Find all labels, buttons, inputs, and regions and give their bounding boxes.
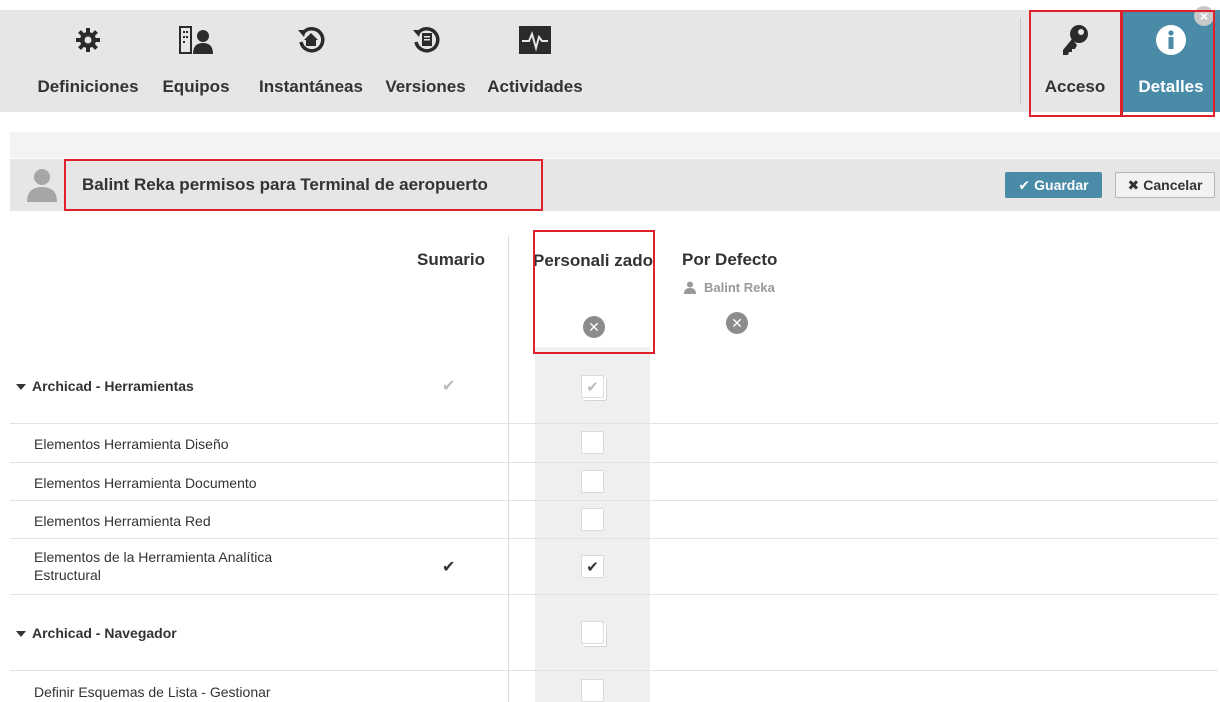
clear-por-defecto-icon[interactable]: ✕ bbox=[726, 312, 748, 334]
toolbar-versiones[interactable]: Versiones bbox=[381, 10, 470, 112]
custom-checkbox[interactable]: ✔ bbox=[581, 375, 604, 398]
cancel-button[interactable]: ✖ Cancelar bbox=[1115, 172, 1215, 198]
table-row: Definir Esquemas de Lista - Gestionar bbox=[10, 671, 1218, 702]
custom-checkbox[interactable] bbox=[581, 621, 604, 644]
caret-down-icon[interactable] bbox=[16, 384, 26, 391]
cancel-label: Cancelar bbox=[1143, 177, 1203, 193]
user-avatar-icon bbox=[26, 167, 58, 203]
default-user: Balint Reka bbox=[684, 280, 775, 295]
clear-personalizado-icon[interactable]: ✕ bbox=[583, 316, 605, 338]
main-toolbar: Definiciones Equipos Instantáneas Versio… bbox=[0, 6, 1220, 112]
activity-icon bbox=[517, 22, 553, 58]
toolbar-label: Instantáneas bbox=[259, 77, 363, 96]
toolbar-label: Acceso bbox=[1044, 77, 1106, 96]
toolbar-divider bbox=[1020, 18, 1021, 104]
column-header-sumario: Sumario bbox=[416, 250, 486, 269]
row-label: Elementos Herramienta Red bbox=[34, 513, 211, 529]
personalizado-label: Personali zado bbox=[533, 251, 653, 270]
page-title: Balint Reka permisos para Terminal de ae… bbox=[82, 175, 488, 194]
snapshot-icon bbox=[293, 22, 329, 58]
group-row-herramientas[interactable]: Archicad - Herramientas ✔ ✔ bbox=[10, 347, 1218, 424]
toolbar-instantaneas[interactable]: Instantáneas bbox=[249, 10, 373, 112]
key-icon bbox=[1057, 22, 1093, 58]
toolbar-definiciones[interactable]: Definiciones bbox=[35, 10, 141, 112]
default-user-name: Balint Reka bbox=[704, 280, 775, 295]
toolbar-label: Equipos bbox=[162, 77, 230, 96]
info-icon bbox=[1153, 22, 1189, 58]
spacer-strip bbox=[10, 132, 1220, 158]
row-label: Elementos de la Herramienta Analítica Es… bbox=[34, 549, 273, 583]
row-label: Archicad - Herramientas bbox=[16, 377, 194, 395]
gear-icon bbox=[70, 22, 106, 58]
user-icon bbox=[684, 281, 696, 294]
table-row: Elementos de la Herramienta Analítica Es… bbox=[10, 539, 1218, 595]
toolbar-label: Versiones bbox=[385, 77, 466, 96]
toolbar-label: Actividades bbox=[487, 77, 583, 96]
caret-down-icon[interactable] bbox=[16, 631, 26, 638]
table-row: Elementos Herramienta Red bbox=[10, 501, 1218, 539]
table-row: Elementos Herramienta Documento bbox=[10, 463, 1218, 501]
toolbar-label: Detalles bbox=[1138, 77, 1204, 96]
toolbar-equipos[interactable]: Equipos bbox=[158, 10, 234, 112]
row-label: Definir Esquemas de Lista - Gestionar bbox=[34, 684, 271, 700]
check-icon: ✔ bbox=[1018, 176, 1031, 193]
custom-checkbox[interactable] bbox=[581, 508, 604, 531]
row-label: Archicad - Navegador bbox=[16, 624, 177, 642]
close-icon: ✖ bbox=[1127, 176, 1140, 193]
versions-icon bbox=[408, 22, 444, 58]
toolbar-label: Definiciones bbox=[37, 77, 139, 96]
summary-check-icon: ✔ bbox=[442, 378, 456, 395]
save-label: Guardar bbox=[1034, 177, 1089, 193]
custom-checkbox[interactable] bbox=[581, 679, 604, 702]
custom-checkbox[interactable]: ✔ bbox=[581, 555, 604, 578]
custom-checkbox[interactable] bbox=[581, 431, 604, 454]
team-icon bbox=[178, 22, 214, 58]
toolbar-detalles[interactable]: Detalles × bbox=[1122, 6, 1220, 112]
column-header-personalizado: Personali zado bbox=[533, 250, 653, 272]
save-button[interactable]: ✔ Guardar bbox=[1005, 172, 1102, 198]
column-header-por-defecto: Por Defecto bbox=[682, 250, 778, 269]
close-panel-icon[interactable]: × bbox=[1194, 6, 1214, 26]
permissions-header: Balint Reka permisos para Terminal de ae… bbox=[10, 159, 1220, 211]
row-label: Elementos Herramienta Diseño bbox=[34, 436, 229, 452]
summary-check-icon: ✔ bbox=[442, 559, 456, 576]
group-row-navegador[interactable]: Archicad - Navegador bbox=[10, 595, 1218, 671]
row-label: Elementos Herramienta Documento bbox=[34, 475, 257, 491]
table-row: Elementos Herramienta Diseño bbox=[10, 424, 1218, 463]
toolbar-acceso[interactable]: Acceso bbox=[1030, 10, 1120, 112]
toolbar-actividades[interactable]: Actividades bbox=[483, 10, 587, 112]
custom-checkbox[interactable] bbox=[581, 470, 604, 493]
